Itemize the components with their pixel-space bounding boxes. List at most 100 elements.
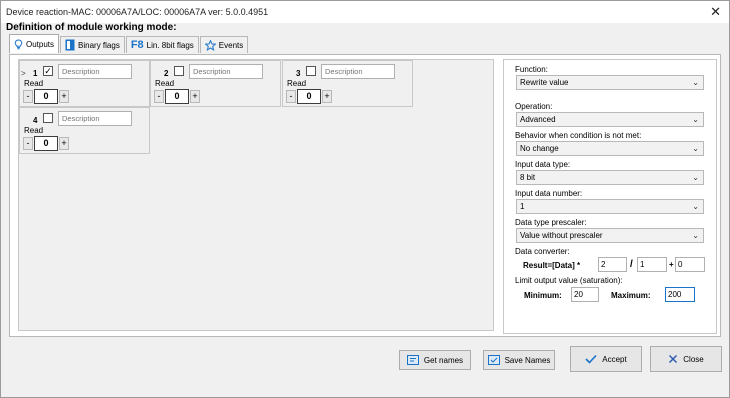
input-data-type-label: Input data type: — [515, 160, 571, 169]
input-data-type-value: 8 bit — [520, 173, 536, 182]
input-data-number-label: Input data number: — [515, 189, 583, 198]
result-formula-label: Result=[Data] * — [523, 261, 581, 270]
behavior-select-value: No change — [520, 144, 559, 153]
minimum-input[interactable]: 20 — [571, 287, 599, 302]
tab-lin-8bit-flags-label: Lin. 8bit flags — [146, 40, 194, 50]
checkmark-icon — [585, 354, 597, 364]
close-button[interactable]: Close — [650, 346, 722, 372]
behavior-label: Behavior when condition is not met: — [515, 131, 642, 140]
section-title: Definition of module working mode: — [6, 22, 177, 33]
value-field[interactable]: 0 — [34, 136, 58, 151]
decrement-button[interactable]: - — [23, 90, 33, 103]
description-input[interactable] — [58, 64, 132, 79]
output-block-4[interactable]: 4 Read - 0 + — [19, 107, 150, 154]
save-names-label: Save Names — [504, 355, 551, 365]
data-converter-label: Data converter: — [515, 247, 570, 256]
output-enable-checkbox[interactable] — [306, 66, 316, 76]
behavior-select[interactable]: No change ⌄ — [516, 141, 704, 156]
description-input[interactable] — [321, 64, 395, 79]
accept-label: Accept — [602, 354, 627, 364]
close-icon — [668, 354, 678, 364]
tab-events[interactable]: Events — [199, 36, 249, 53]
value-stepper: - 0 + — [286, 89, 332, 104]
save-names-button[interactable]: Save Names — [483, 350, 555, 370]
operation-select[interactable]: Advanced ⌄ — [516, 112, 704, 127]
chevron-down-icon: ⌄ — [692, 231, 699, 240]
window-close-button[interactable]: ✕ — [710, 5, 721, 18]
lightbulb-icon — [14, 38, 23, 50]
output-number: 2 — [164, 69, 169, 78]
value-stepper: - 0 + — [154, 89, 200, 104]
maximum-label: Maximum: — [611, 291, 651, 300]
output-number: 4 — [33, 116, 38, 125]
title-bar: Device reaction-MAC: 00006A7A/LOC: 00006… — [1, 1, 729, 23]
close-label: Close — [683, 354, 704, 364]
tab-events-label: Events — [218, 40, 244, 50]
increment-button[interactable]: + — [322, 90, 332, 103]
save-names-icon — [487, 355, 500, 365]
star-icon — [204, 39, 216, 51]
selected-row-arrow: > — [21, 69, 26, 78]
read-label: Read — [24, 79, 44, 88]
read-label: Read — [155, 79, 175, 88]
value-field[interactable]: 0 — [165, 89, 189, 104]
decrement-button[interactable]: - — [286, 90, 296, 103]
device-reaction-window: Device reaction-MAC: 00006A7A/LOC: 00006… — [0, 0, 730, 398]
accept-button[interactable]: Accept — [570, 346, 642, 372]
input-data-type-select[interactable]: 8 bit ⌄ — [516, 170, 704, 185]
output-block-3[interactable]: 3 Read - 0 + — [282, 60, 413, 107]
output-enable-checkbox[interactable] — [43, 113, 53, 123]
chevron-down-icon: ⌄ — [692, 78, 699, 87]
decrement-button[interactable]: - — [154, 90, 164, 103]
value-field[interactable]: 0 — [297, 89, 321, 104]
prescaler-select[interactable]: Value without prescaler ⌄ — [516, 228, 704, 243]
chevron-down-icon: ⌄ — [692, 115, 699, 124]
output-enable-checkbox[interactable]: ✓ — [43, 66, 53, 76]
get-names-label: Get names — [423, 355, 464, 365]
tab-bar: Outputs Binary flags F8 Lin. 8bit flags … — [9, 34, 249, 54]
increment-button[interactable]: + — [190, 90, 200, 103]
output-enable-checkbox[interactable] — [174, 66, 184, 76]
tab-outputs-label: Outputs — [26, 39, 55, 49]
operation-label: Operation: — [515, 102, 553, 111]
function-select[interactable]: Rewrite value ⌄ — [516, 75, 704, 90]
maximum-input[interactable]: 200 — [665, 287, 695, 302]
description-input[interactable] — [58, 111, 132, 126]
get-names-icon — [406, 355, 419, 365]
value-field[interactable]: 0 — [34, 89, 58, 104]
limit-output-label: Limit output value (saturation): — [515, 276, 623, 285]
binary-flag-icon — [65, 39, 75, 51]
multiplier-input[interactable]: 2 — [598, 257, 627, 272]
operation-select-value: Advanced — [520, 115, 556, 124]
tab-binary-flags-label: Binary flags — [78, 40, 120, 50]
read-label: Read — [24, 126, 44, 135]
divisor-input[interactable]: 1 — [637, 257, 667, 272]
input-data-number-value: 1 — [520, 202, 525, 211]
offset-input[interactable]: 0 — [675, 257, 705, 272]
value-stepper: - 0 + — [23, 89, 69, 104]
tab-lin-8bit-flags[interactable]: F8 Lin. 8bit flags — [125, 36, 199, 53]
minimum-label: Minimum: — [524, 291, 562, 300]
get-names-button[interactable]: Get names — [399, 350, 471, 370]
output-block-1[interactable]: > 1 ✓ Read - 0 + — [19, 60, 150, 107]
output-settings-panel: Function: Rewrite value ⌄ Operation: Adv… — [503, 59, 717, 334]
chevron-down-icon: ⌄ — [692, 144, 699, 153]
increment-button[interactable]: + — [59, 137, 69, 150]
chevron-down-icon: ⌄ — [692, 202, 699, 211]
outputs-list: > 1 ✓ Read - 0 + 2 Read - 0 — [18, 59, 494, 331]
function-select-value: Rewrite value — [520, 78, 569, 87]
output-number: 3 — [296, 69, 301, 78]
prescaler-label: Data type prescaler: — [515, 218, 587, 227]
divide-sign: / — [630, 259, 633, 270]
output-number: 1 — [33, 69, 38, 78]
prescaler-select-value: Value without prescaler — [520, 231, 603, 240]
output-block-2[interactable]: 2 Read - 0 + — [150, 60, 281, 107]
increment-button[interactable]: + — [59, 90, 69, 103]
read-label: Read — [287, 79, 307, 88]
input-data-number-select[interactable]: 1 ⌄ — [516, 199, 704, 214]
tab-outputs[interactable]: Outputs — [9, 34, 60, 53]
decrement-button[interactable]: - — [23, 137, 33, 150]
tab-binary-flags[interactable]: Binary flags — [60, 36, 125, 53]
chevron-down-icon: ⌄ — [692, 173, 699, 182]
description-input[interactable] — [189, 64, 263, 79]
